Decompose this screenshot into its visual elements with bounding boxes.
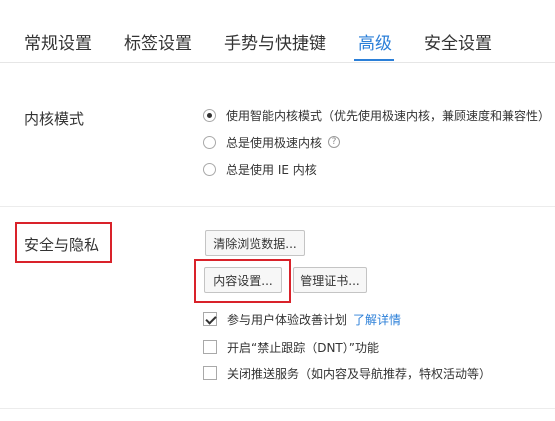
radio-button[interactable] xyxy=(203,162,216,176)
help-icon[interactable]: ? xyxy=(328,136,341,148)
settings-tabs: 常规设置 标签设置 手势与快捷键 高级 安全设置 xyxy=(0,0,555,63)
tab-security[interactable]: 安全设置 xyxy=(424,29,492,54)
checkbox-push-service[interactable]: 关闭推送服务（如内容及导航推荐，特权活动等） xyxy=(203,364,491,382)
checkbox-dnt[interactable]: 开启“禁止跟踪（DNT）”功能 xyxy=(203,338,379,356)
settings-page: 常规设置 标签设置 手势与快捷键 高级 安全设置 内核模式 使用智能内核模式（优… xyxy=(0,0,555,421)
checkbox[interactable] xyxy=(203,312,217,326)
section-divider xyxy=(0,408,555,409)
radio-label: 使用智能内核模式（优先使用极速内核，兼顾速度和兼容性） xyxy=(226,108,551,123)
checkbox-label: 关闭推送服务（如内容及导航推荐，特权活动等） xyxy=(227,366,492,381)
checkbox-ux-program[interactable]: 参与用户体验改善计划 了解详情 xyxy=(203,310,401,328)
active-tab-indicator xyxy=(354,59,394,61)
checkbox-label: 参与用户体验改善计划 xyxy=(227,312,348,327)
checkbox-label: 开启“禁止跟踪（DNT）”功能 xyxy=(227,340,379,355)
learn-more-link[interactable]: 了解详情 xyxy=(353,311,401,328)
radio-button[interactable] xyxy=(203,135,216,149)
tab-gestures-shortcuts[interactable]: 手势与快捷键 xyxy=(224,29,326,54)
security-privacy-label: 安全与隐私 xyxy=(24,236,100,254)
radio-button[interactable] xyxy=(203,108,216,122)
tab-general[interactable]: 常规设置 xyxy=(24,29,92,54)
radio-label: 总是使用极速内核 xyxy=(226,135,323,150)
content-settings-button[interactable]: 内容设置... xyxy=(204,267,282,293)
radio-speed-kernel[interactable]: 总是使用极速内核 ? xyxy=(203,132,341,152)
tab-advanced[interactable]: 高级 xyxy=(358,29,392,54)
clear-browsing-data-button[interactable]: 清除浏览数据... xyxy=(205,230,305,256)
manage-certificates-button[interactable]: 管理证书... xyxy=(293,267,367,293)
checkbox[interactable] xyxy=(203,340,217,354)
radio-ie-kernel[interactable]: 总是使用 IE 内核 xyxy=(203,159,317,179)
radio-label: 总是使用 IE 内核 xyxy=(226,162,317,177)
section-divider xyxy=(0,206,555,207)
kernel-mode-label: 内核模式 xyxy=(24,110,85,128)
tab-tabs[interactable]: 标签设置 xyxy=(124,29,192,54)
radio-smart-kernel[interactable]: 使用智能内核模式（优先使用极速内核，兼顾速度和兼容性） xyxy=(203,105,550,125)
checkbox[interactable] xyxy=(203,366,217,380)
